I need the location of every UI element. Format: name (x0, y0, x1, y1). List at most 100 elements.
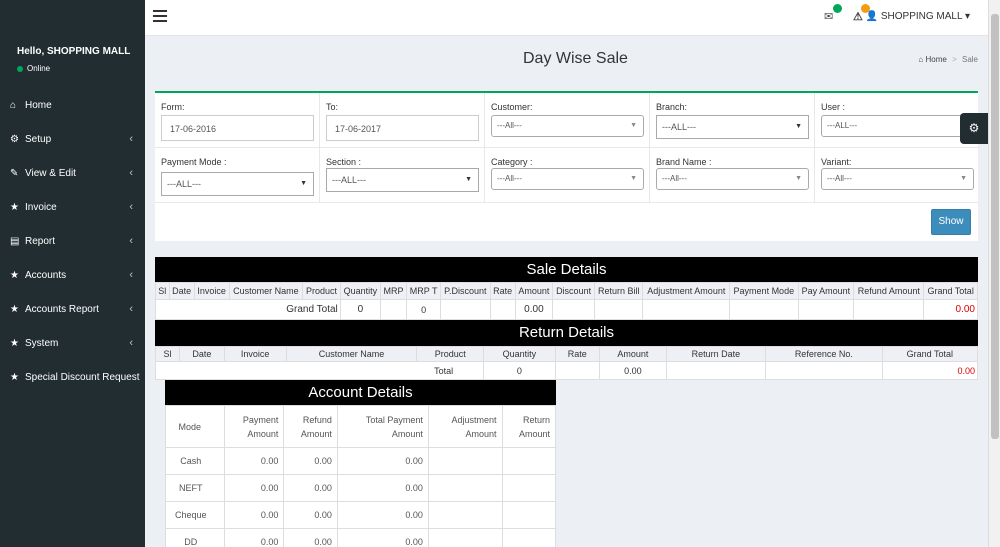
account-payment-cell: 0.00 (223, 528, 285, 547)
sidebar-item-accounts[interactable]: ★ Accounts ‹ (0, 258, 145, 292)
variant-select[interactable]: ---All--- ▼ (821, 168, 974, 190)
account-total-cell: 0.00 (336, 501, 429, 529)
account-total-cell: 0.00 (336, 474, 429, 502)
payment-mode-select[interactable]: ---ALL--- ▼ (161, 172, 314, 196)
account-mode-cell: Cheque (165, 501, 225, 529)
sale-column-header: MRP (379, 282, 408, 300)
variant-label: Variant: (821, 157, 852, 167)
sidebar-item-view-edit[interactable]: ✎ View & Edit ‹ (0, 156, 145, 190)
category-select[interactable]: ---All--- ▼ (491, 168, 644, 190)
breadcrumb-home[interactable]: Home (926, 55, 947, 64)
sale-grand-total-value: 0.00 (923, 299, 978, 320)
scrollbar-thumb[interactable] (991, 14, 999, 439)
show-button[interactable]: Show (931, 209, 971, 235)
sale-column-header: P.Discount (440, 282, 491, 300)
return-column-header: Reference No. (764, 346, 883, 362)
main-content: Day Wise Sale ⌂ Home > Sale Form: 17-06-… (145, 37, 988, 547)
sidebar-item-setup[interactable]: ⚙ Setup ‹ (0, 122, 145, 156)
return-details-table: Sl Date Invoice Customer Name Product Quantit… (154, 346, 979, 380)
return-total-label: Total (154, 361, 485, 380)
return-column-header: Amount (599, 346, 667, 362)
sidebar-item-label: Home (25, 99, 52, 111)
top-navbar: ✉ ⚠ 👤 SHOPPING MALL ▾ (145, 0, 988, 36)
sidebar-item-accounts-report[interactable]: ★ Accounts Report ‹ (0, 292, 145, 326)
return-total-quantity: 0 (483, 361, 556, 380)
sale-total-amount: 0.00 (514, 299, 554, 320)
account-mode-cell: DD (165, 528, 225, 547)
sale-column-header: Discount (552, 282, 595, 300)
account-row: Cash 0.00 0.00 0.00 (165, 447, 556, 475)
mail-icon[interactable]: ✉ (824, 10, 833, 23)
branch-select[interactable]: ---ALL--- ▼ (656, 115, 809, 139)
sidebar-item-system[interactable]: ★ System ‹ (0, 326, 145, 360)
user-select[interactable]: ---ALL--- (821, 115, 969, 137)
to-date-label: To: (326, 102, 339, 112)
account-payment-cell: 0.00 (223, 474, 285, 502)
account-row: NEFT 0.00 0.00 0.00 (165, 474, 556, 502)
account-row: DD 0.00 0.00 0.00 (165, 528, 556, 547)
branch-group: Branch: ---ALL--- ▼ (650, 93, 815, 148)
sidebar-item-label: Report (25, 235, 56, 247)
chevron-left-icon: ‹ (129, 167, 133, 179)
brand-name-group: Brand Name : ---All--- ▼ (650, 148, 815, 203)
return-column-header: Date (179, 346, 225, 362)
sidebar-item-label: Invoice (25, 201, 57, 213)
sale-column-header: Pay Amount (797, 282, 855, 300)
sale-column-header: MRP T (406, 282, 442, 300)
sale-column-header: Invoice (193, 282, 230, 300)
user-status: Online (17, 64, 145, 73)
chevron-left-icon: ‹ (129, 269, 133, 281)
return-total-row: Total 0 0.00 0.00 (154, 361, 979, 380)
to-date-input[interactable]: 17-06-2017 (326, 115, 479, 141)
account-column-header: Refund Amount (283, 405, 338, 448)
settings-gear-icon[interactable]: ⚙ (960, 113, 988, 144)
chevron-left-icon: ‹ (129, 337, 133, 349)
user-menu[interactable]: 👤 SHOPPING MALL ▾ (866, 11, 970, 22)
category-label: Category : (491, 157, 533, 167)
customer-group: Customer: ---All--- ▼ (485, 93, 650, 148)
sidebar-item-label: Accounts Report (25, 303, 99, 315)
sidebar-item-home[interactable]: ⌂ Home (0, 88, 145, 122)
return-grand-total-value: 0.00 (881, 361, 979, 380)
star-icon: ★ (10, 201, 19, 213)
user-menu-label: SHOPPING MALL (880, 11, 963, 22)
form-date-input[interactable]: 17-06-2016 (161, 115, 314, 141)
account-details-title: Account Details (165, 380, 556, 405)
section-group: Section : ---ALL--- ▼ (320, 148, 485, 203)
account-refund-cell: 0.00 (283, 501, 338, 529)
return-total-amount: 0.00 (599, 361, 667, 380)
customer-select[interactable]: ---All--- ▼ (491, 115, 644, 137)
return-details-title: Return Details (155, 320, 978, 346)
sidebar-item-invoice[interactable]: ★ Invoice ‹ (0, 190, 145, 224)
sale-column-header: Date (168, 282, 195, 300)
page-scrollbar[interactable] (988, 0, 1000, 547)
sale-column-header: Return Bill (593, 282, 644, 300)
section-select[interactable]: ---ALL--- ▼ (326, 168, 479, 192)
sale-column-header: Amount (514, 282, 554, 300)
status-text: Online (27, 64, 51, 73)
sale-column-header: Sl (155, 282, 170, 300)
account-empty-cell (501, 447, 556, 475)
user-icon: 👤 (865, 11, 879, 22)
sale-column-header: Adjustment Amount (642, 282, 731, 300)
account-row: Cheque 0.00 0.00 0.00 (165, 501, 556, 529)
alert-icon[interactable]: ⚠ (853, 10, 863, 23)
menu-toggle-icon[interactable] (153, 10, 167, 25)
user-label: User : (821, 102, 846, 112)
account-column-header: Return Amount (501, 405, 556, 448)
payment-mode-label: Payment Mode : (161, 157, 227, 167)
account-mode-cell: Cash (165, 447, 225, 475)
sidebar-item-special-discount-request[interactable]: ★ Special Discount Request (0, 360, 145, 394)
account-refund-cell: 0.00 (283, 528, 338, 547)
brand-name-select[interactable]: ---All--- ▼ (656, 168, 809, 190)
branch-label: Branch: (656, 102, 688, 112)
account-payment-cell: 0.00 (223, 447, 285, 475)
variant-group: Variant: ---All--- ▼ (815, 148, 978, 203)
account-empty-cell (501, 501, 556, 529)
cogs-icon: ⚙ (10, 133, 19, 145)
account-column-header: Total Payment Amount (336, 405, 429, 448)
sidebar-item-report[interactable]: ▤ Report ‹ (0, 224, 145, 258)
star-icon: ★ (10, 303, 19, 315)
chevron-left-icon: ‹ (129, 133, 133, 145)
account-details-table: Mode Payment Amount Refund Amount Total Payme… (165, 405, 556, 547)
